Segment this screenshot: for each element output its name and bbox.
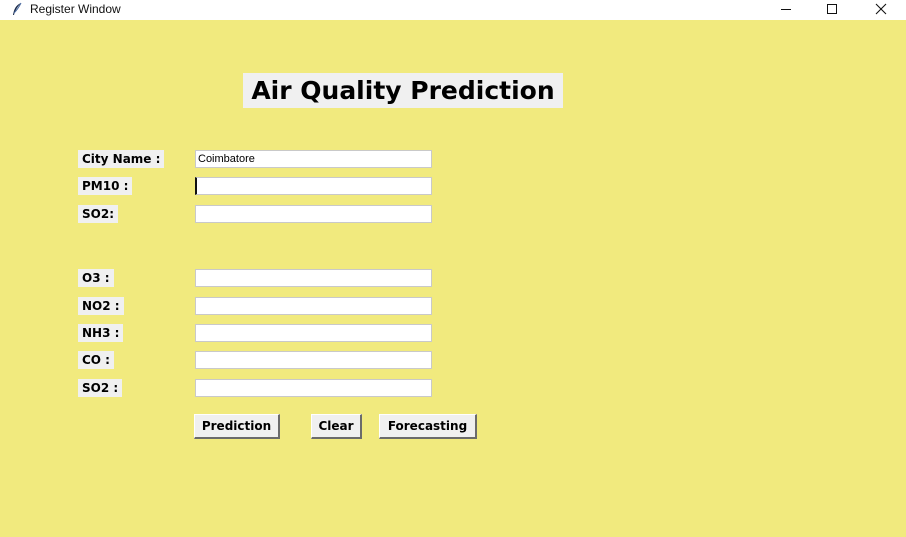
city-name-label: City Name : xyxy=(78,150,165,168)
nh3-label: NH3 : xyxy=(78,324,124,342)
page-title: Air Quality Prediction xyxy=(243,73,563,108)
o3-label: O3 : xyxy=(78,269,114,287)
maximize-icon xyxy=(827,4,837,14)
clear-button[interactable]: Clear xyxy=(311,414,362,439)
so2-secondary-input[interactable] xyxy=(195,379,432,397)
o3-input[interactable] xyxy=(195,269,432,287)
co-label: CO : xyxy=(78,351,114,369)
prediction-button[interactable]: Prediction xyxy=(194,414,280,439)
co-input[interactable] xyxy=(195,351,432,369)
so2-input[interactable] xyxy=(195,205,432,223)
close-button[interactable] xyxy=(861,0,901,20)
no2-label: NO2 : xyxy=(78,297,124,315)
forecasting-button[interactable]: Forecasting xyxy=(379,414,477,439)
no2-input[interactable] xyxy=(195,297,432,315)
close-icon xyxy=(875,3,887,15)
title-bar: Register Window xyxy=(0,0,906,20)
feather-icon xyxy=(13,2,22,15)
pm10-label: PM10 : xyxy=(78,177,133,195)
so2-label: SO2: xyxy=(78,205,118,223)
pm10-input[interactable] xyxy=(195,177,432,195)
window-content: Air Quality Prediction City Name : PM10 … xyxy=(0,20,906,537)
minimize-button[interactable] xyxy=(766,0,806,20)
maximize-button[interactable] xyxy=(812,0,852,20)
window-title: Register Window xyxy=(30,2,121,16)
city-name-input[interactable] xyxy=(195,150,432,168)
nh3-input[interactable] xyxy=(195,324,432,342)
minimize-icon xyxy=(781,9,791,10)
so2-secondary-label: SO2 : xyxy=(78,379,123,397)
